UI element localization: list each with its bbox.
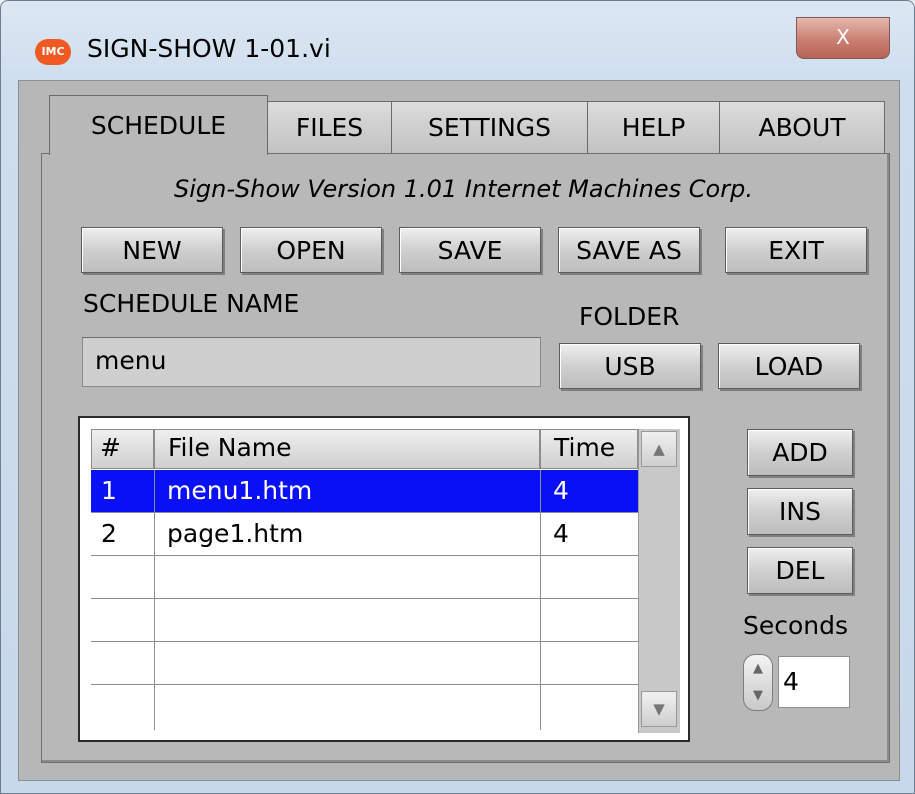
row-file-name — [154, 599, 540, 641]
table-row[interactable] — [91, 556, 638, 599]
row-file-name: page1.htm — [167, 519, 304, 548]
tab-schedule[interactable]: SCHEDULE — [49, 95, 268, 155]
table-row[interactable] — [91, 599, 638, 642]
seconds-spinner[interactable]: ▲ ▼ — [743, 654, 773, 711]
row-number — [91, 599, 154, 641]
column-divider — [540, 470, 541, 730]
column-header-time: Time — [540, 429, 638, 469]
row-number — [91, 685, 154, 730]
row-file-name — [154, 642, 540, 684]
table-scrollbar[interactable] — [638, 429, 680, 733]
column-divider — [154, 470, 155, 730]
row-number — [91, 556, 154, 598]
scroll-down-icon[interactable]: ▼ — [641, 691, 677, 727]
save-button[interactable]: SAVE — [399, 227, 541, 273]
row-file-name: menu1.htm — [167, 476, 313, 505]
seconds-field[interactable]: 4 — [778, 656, 850, 708]
spin-up-icon[interactable]: ▲ — [744, 655, 772, 682]
usb-button[interactable]: USB — [559, 343, 701, 389]
row-time — [540, 599, 638, 641]
row-time: 4 — [553, 519, 569, 548]
del-button[interactable]: DEL — [747, 547, 853, 594]
row-time — [540, 685, 638, 730]
app-window: IMC SIGN-SHOW 1-01.vi X SCHEDULE FILES S… — [0, 0, 915, 794]
tab-files[interactable]: FILES — [267, 101, 392, 153]
exit-button[interactable]: EXIT — [725, 227, 867, 273]
seconds-label: Seconds — [743, 611, 849, 640]
column-header-number: # — [91, 429, 154, 469]
column-header-file-name: File Name — [154, 429, 540, 469]
save-as-button[interactable]: SAVE AS — [558, 227, 700, 273]
open-button[interactable]: OPEN — [240, 227, 382, 273]
row-number: 1 — [101, 476, 117, 505]
load-button[interactable]: LOAD — [718, 343, 860, 389]
table-row[interactable]: 2 page1.htm 4 — [91, 513, 638, 556]
table-row[interactable]: 1 menu1.htm 4 — [91, 470, 638, 513]
row-time — [540, 556, 638, 598]
app-icon: IMC — [35, 39, 71, 65]
tab-settings[interactable]: SETTINGS — [391, 101, 588, 153]
row-number: 2 — [101, 519, 117, 548]
row-time: 4 — [553, 476, 569, 505]
row-time — [540, 642, 638, 684]
schedule-name-label: SCHEDULE NAME — [83, 289, 300, 318]
folder-label: FOLDER — [579, 302, 680, 331]
new-button[interactable]: NEW — [81, 227, 223, 273]
version-text: Sign-Show Version 1.01 Internet Machines… — [174, 175, 753, 203]
title-bar: IMC SIGN-SHOW 1-01.vi X — [1, 1, 914, 79]
ins-button[interactable]: INS — [747, 488, 853, 535]
scroll-up-icon[interactable]: ▲ — [641, 431, 677, 467]
window-title: SIGN-SHOW 1-01.vi — [87, 34, 331, 63]
row-file-name — [154, 556, 540, 598]
close-button[interactable]: X — [796, 17, 890, 59]
table-row[interactable] — [91, 685, 638, 730]
add-button[interactable]: ADD — [747, 429, 853, 476]
row-file-name — [154, 685, 540, 730]
spin-down-icon[interactable]: ▼ — [744, 682, 772, 709]
tab-help[interactable]: HELP — [587, 101, 720, 153]
tab-about[interactable]: ABOUT — [719, 101, 885, 153]
schedule-name-field[interactable]: menu — [82, 337, 541, 387]
row-number — [91, 642, 154, 684]
table-row[interactable] — [91, 642, 638, 685]
